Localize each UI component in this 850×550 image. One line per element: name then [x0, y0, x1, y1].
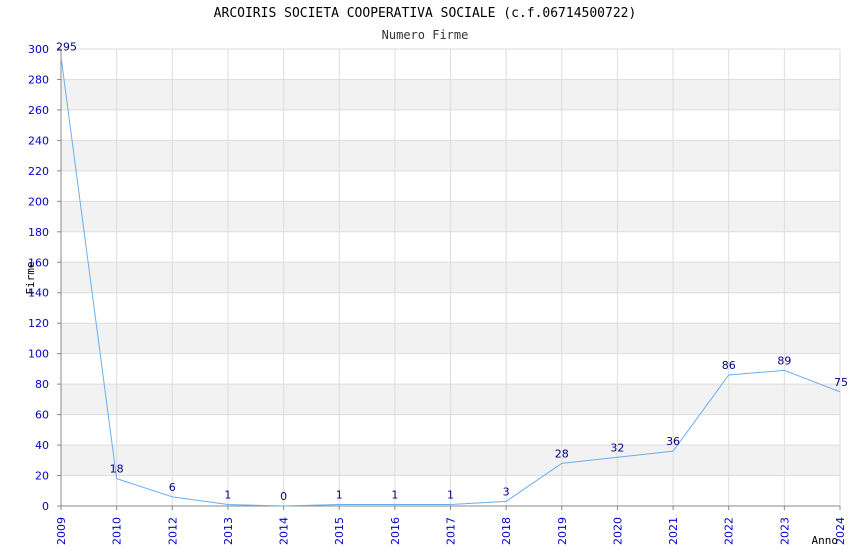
y-tick-label: 260	[28, 104, 49, 117]
data-label: 1	[224, 488, 231, 501]
y-tick-label: 240	[28, 134, 49, 147]
x-tick-labels: 2009 2010 2012 2013 2014 2015 2016 2017 2018 2019…	[55, 517, 847, 545]
data-label: 36	[666, 435, 680, 448]
x-axis-label: Anno	[812, 534, 839, 547]
y-tick-label: 0	[42, 500, 49, 513]
data-label: 1	[336, 488, 343, 501]
y-tick-label: 20	[35, 470, 49, 483]
data-label: 0	[280, 490, 287, 503]
x-tick-label: 2020	[611, 517, 624, 545]
data-label: 6	[169, 481, 176, 494]
y-axis-label: Firme	[24, 261, 37, 294]
y-tick-label: 300	[28, 43, 49, 56]
x-tick-label: 2015	[333, 517, 346, 545]
data-label: 1	[447, 488, 454, 501]
data-label: 86	[722, 359, 736, 372]
x-tick-label: 2019	[556, 517, 569, 545]
x-tick-label: 2016	[389, 517, 402, 545]
x-tick-label: 2023	[778, 517, 791, 545]
data-label: 89	[777, 354, 791, 367]
y-tick-label: 180	[28, 226, 49, 239]
y-tick-label: 220	[28, 165, 49, 178]
x-tick-label: 2018	[500, 517, 513, 545]
x-tick-label: 2022	[723, 517, 736, 545]
y-tick-label: 100	[28, 348, 49, 361]
data-label: 3	[503, 485, 510, 498]
y-tick-label: 60	[35, 409, 49, 422]
y-tick-label: 80	[35, 378, 49, 391]
data-label: 28	[555, 447, 569, 460]
x-tick-label: 2021	[667, 517, 680, 545]
y-tick-label: 120	[28, 317, 49, 330]
x-tick-label: 2017	[445, 517, 458, 545]
y-tick-label: 40	[35, 439, 49, 452]
x-tick-label: 2012	[166, 517, 179, 545]
data-label: 75	[834, 376, 848, 389]
x-tick-label: 2009	[55, 517, 68, 545]
x-tick-label: 2010	[111, 517, 124, 545]
data-label: 18	[110, 463, 124, 476]
y-tick-label: 280	[28, 73, 49, 86]
x-tick-label: 2014	[278, 517, 291, 545]
line-chart: 0204060801001201401601802002202402602803…	[24, 41, 848, 547]
y-tick-label: 200	[28, 195, 49, 208]
data-label: 295	[56, 41, 77, 54]
x-tick-label: 2013	[222, 517, 235, 545]
data-label: 1	[391, 488, 398, 501]
data-label: 32	[610, 441, 624, 454]
